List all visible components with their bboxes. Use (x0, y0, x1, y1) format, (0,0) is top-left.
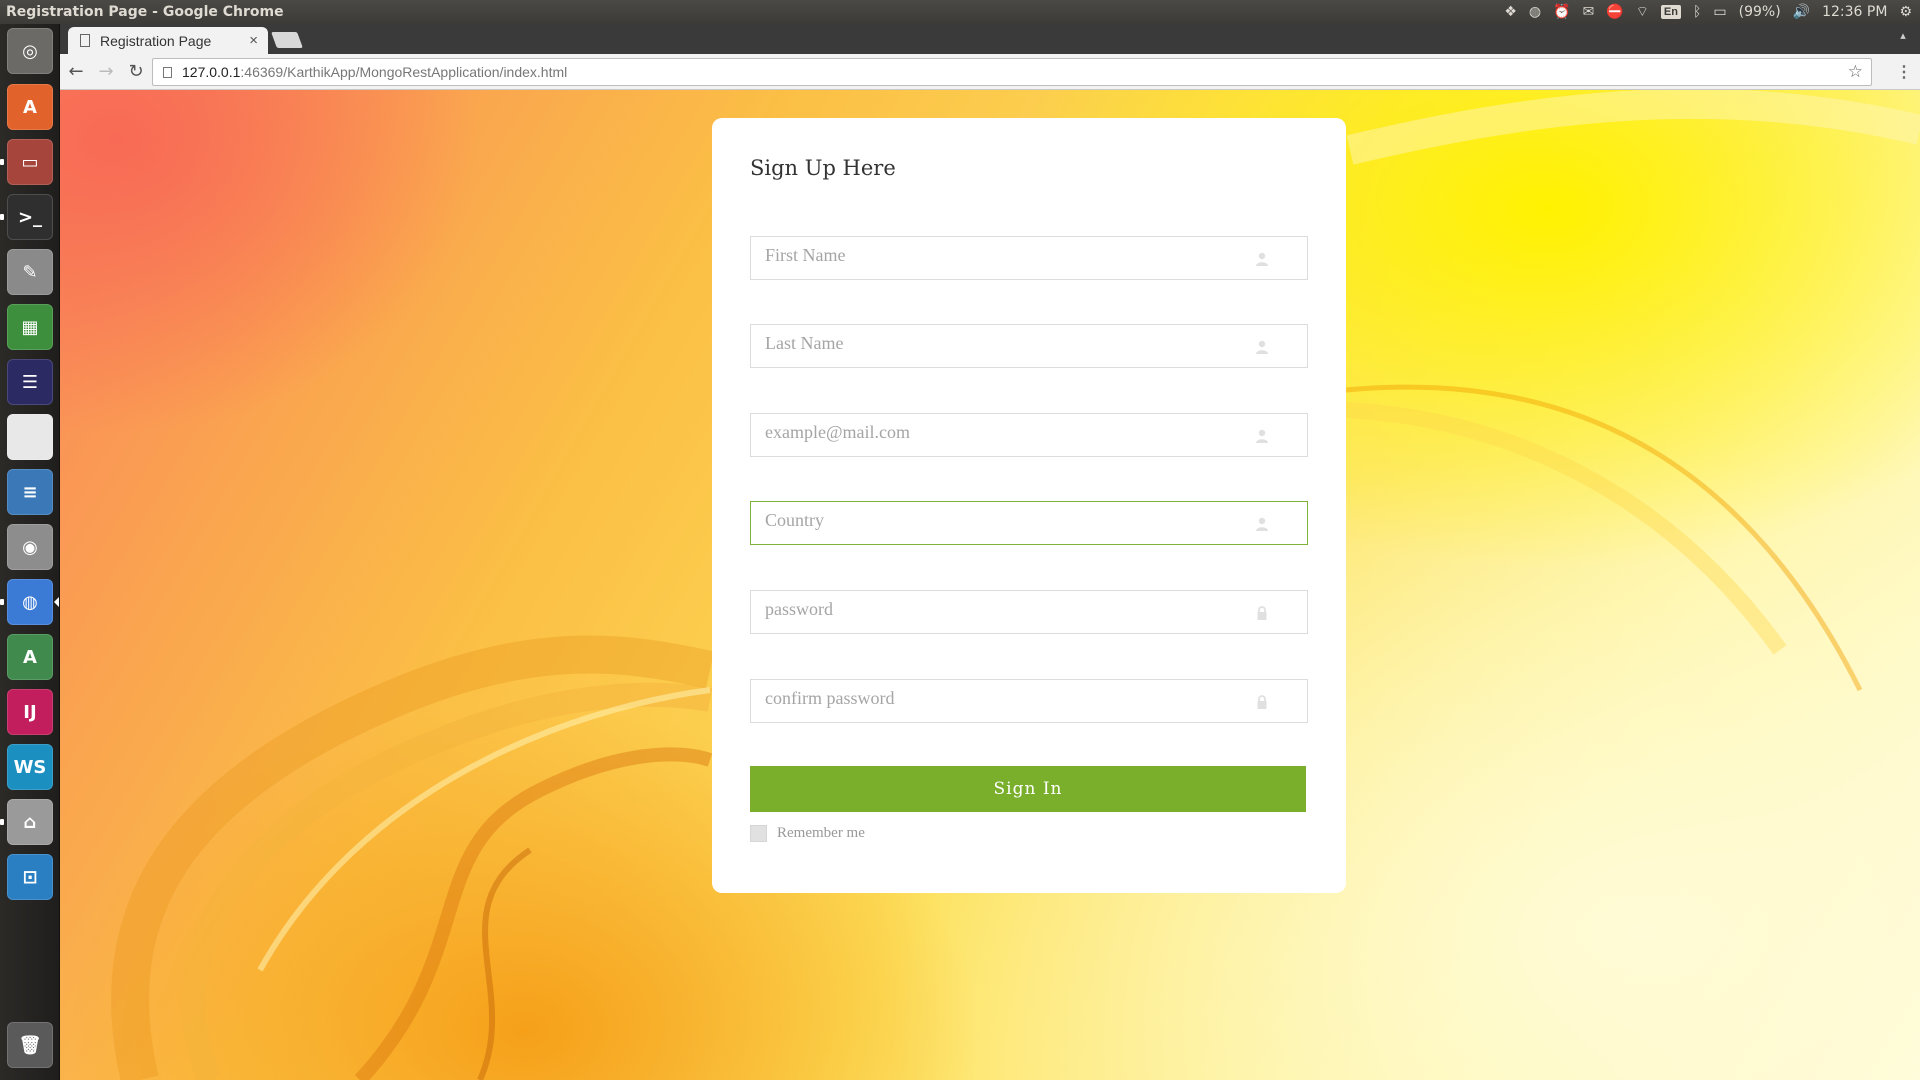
notes-icon[interactable]: ✉ (1583, 4, 1595, 20)
tab-title: Registration Page (100, 32, 212, 49)
chrome-icon[interactable]: ◍ (7, 579, 53, 625)
document-icon (80, 34, 90, 47)
bookmark-star-icon[interactable]: ☆ (1848, 62, 1863, 82)
chrome-tray-icon[interactable]: ◍ (1529, 4, 1541, 20)
files-icon[interactable]: ▭ (7, 139, 53, 185)
settings-gear-icon[interactable]: ⚙ (1899, 4, 1912, 20)
reload-button[interactable]: ↻ (122, 58, 150, 86)
battery-icon[interactable]: ▭ (1713, 4, 1726, 20)
workspace-icon[interactable]: ⊡ (7, 854, 53, 900)
email-input[interactable] (751, 414, 1307, 456)
email-field (750, 413, 1308, 457)
page-info-icon[interactable] (163, 66, 172, 78)
lock-icon (1257, 695, 1267, 709)
running-indicator (0, 214, 4, 220)
keyboard-layout-indicator[interactable]: En (1660, 5, 1681, 19)
tab-close-button[interactable]: × (249, 32, 258, 49)
forward-button[interactable]: → (92, 58, 120, 86)
volume-icon[interactable]: 🔊 (1793, 4, 1810, 20)
last-name-field (750, 324, 1308, 368)
writer-icon[interactable]: ≡ (7, 469, 53, 515)
screenshot-icon[interactable]: ◉ (7, 524, 53, 570)
address-bar[interactable]: 127.0.0.1:46369/KarthikApp/MongoRestAppl… (152, 58, 1872, 86)
window-title: Registration Page - Google Chrome (6, 4, 284, 20)
running-indicator (0, 599, 4, 605)
confirm-password-input[interactable] (751, 680, 1307, 722)
bluetooth-icon[interactable]: ᛒ (1693, 4, 1701, 20)
scanner-icon[interactable]: ⌂ (7, 799, 53, 845)
browser-toolbar: ← → ↻ 127.0.0.1:46369/KarthikApp/MongoRe… (60, 54, 1920, 90)
spreadsheet-icon[interactable]: ▦ (7, 304, 53, 350)
clock[interactable]: 12:36 PM (1822, 4, 1887, 20)
wifi-icon[interactable]: ⌔ (1636, 3, 1649, 21)
dash-home-icon[interactable]: ◎ (7, 28, 53, 74)
remember-me-label[interactable]: Remember me (777, 825, 865, 842)
sign-in-button[interactable]: Sign In (750, 766, 1306, 812)
intellij-icon[interactable]: IJ (7, 689, 53, 735)
new-tab-button[interactable] (271, 32, 303, 48)
active-indicator (54, 597, 59, 607)
url-host: 127.0.0.1 (182, 64, 241, 80)
password-input[interactable] (751, 591, 1307, 633)
trash-icon[interactable]: 🗑 (7, 1022, 53, 1068)
signup-card: Sign Up Here Sign In Remem (712, 118, 1346, 893)
back-button[interactable]: ← (62, 58, 90, 86)
running-indicator (0, 159, 4, 165)
url-path: :46369/KarthikApp/MongoRestApplication/i… (240, 64, 568, 80)
first-name-field (750, 236, 1308, 280)
page-viewport: Sign Up Here Sign In Remem (60, 90, 1920, 1080)
top-panel: Registration Page - Google Chrome ❖ ◍ ⏰ … (0, 0, 1920, 24)
first-name-input[interactable] (751, 237, 1307, 279)
user-icon (1256, 429, 1268, 443)
form-title: Sign Up Here (750, 156, 896, 180)
chrome-menu-icon[interactable]: ⋮ (1896, 62, 1912, 82)
battery-percent[interactable]: (99%) (1739, 4, 1781, 20)
dropbox-icon[interactable]: ❖ (1504, 4, 1517, 20)
webstorm-icon[interactable]: WS (7, 744, 53, 790)
software-center-icon[interactable]: A (7, 84, 53, 130)
android-studio-icon[interactable]: A (7, 634, 53, 680)
profile-icon[interactable]: ▴ (1894, 29, 1912, 45)
running-indicator (0, 819, 4, 825)
user-icon (1256, 340, 1268, 354)
system-tray: ❖ ◍ ⏰ ✉ ⛔ ⌔ En ᛒ ▭ (99%) 🔊 12:36 PM ⚙ (1504, 0, 1920, 24)
tab-registration-page[interactable]: Registration Page × (68, 27, 268, 54)
confirm-password-field (750, 679, 1308, 723)
country-field (750, 501, 1308, 545)
last-name-input[interactable] (751, 325, 1307, 367)
user-icon (1256, 517, 1268, 531)
eclipse-icon[interactable]: ☰ (7, 359, 53, 405)
text-editor-icon[interactable]: ✎ (7, 249, 53, 295)
lock-icon (1257, 606, 1267, 620)
blank-document-icon[interactable] (7, 414, 53, 460)
country-input[interactable] (751, 502, 1307, 544)
terminal-icon[interactable]: >_ (7, 194, 53, 240)
alarm-clock-icon[interactable]: ⏰ (1553, 4, 1570, 20)
user-icon (1256, 252, 1268, 266)
tab-strip: Registration Page × ▴ (60, 24, 1920, 54)
no-entry-icon[interactable]: ⛔ (1606, 4, 1623, 20)
remember-me: Remember me (750, 825, 865, 842)
password-field (750, 590, 1308, 634)
remember-me-checkbox[interactable] (750, 825, 767, 842)
launcher: ◎ A ▭ >_ ✎ ▦ ☰ ≡ ◉ ◍ A IJ WS ⌂ ⊡ 🗑 (0, 24, 60, 1080)
